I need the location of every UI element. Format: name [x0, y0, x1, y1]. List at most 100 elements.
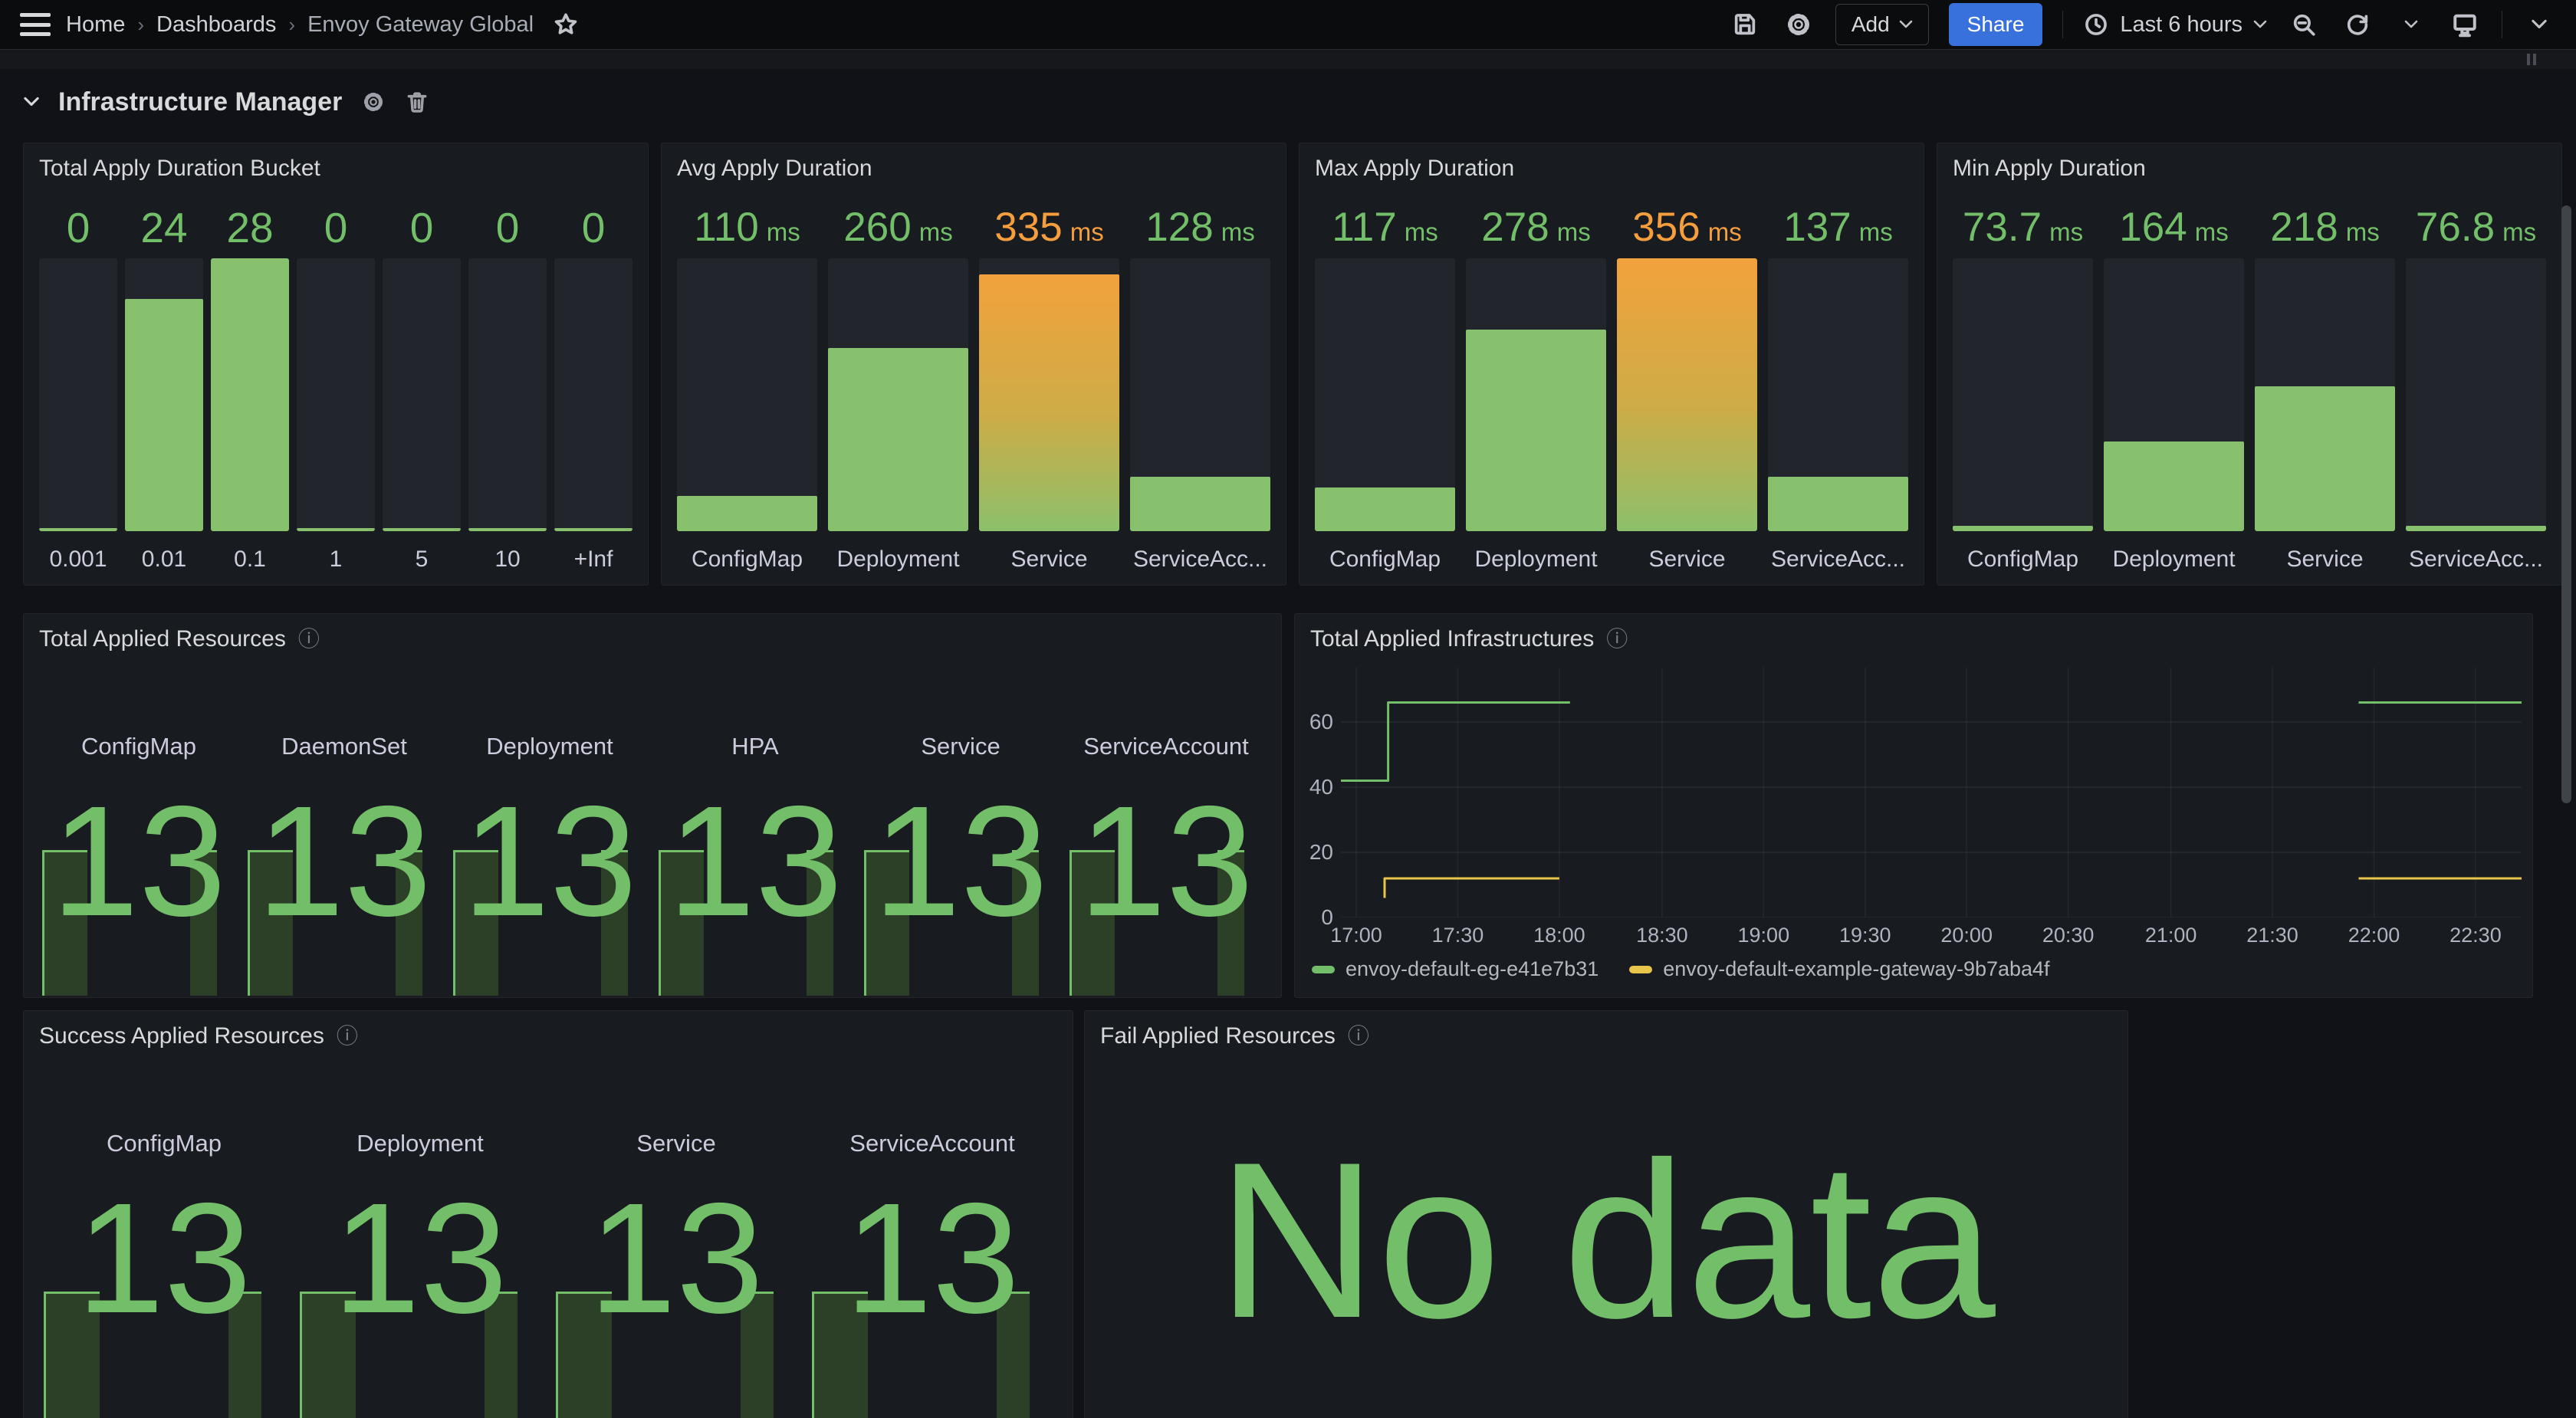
- kiosk-monitor-icon[interactable]: [2448, 8, 2482, 41]
- bar-gauge-column: 110msConfigMap: [677, 197, 817, 573]
- bar-track: [1768, 258, 1908, 531]
- bar-fill: [1315, 487, 1455, 531]
- refresh-interval-chevron-icon[interactable]: [2394, 8, 2428, 41]
- star-icon[interactable]: [549, 8, 583, 41]
- settings-gear-icon[interactable]: [1782, 8, 1815, 41]
- breadcrumb-dashboards[interactable]: Dashboards: [156, 12, 276, 38]
- legend-label: envoy-default-example-gateway-9b7aba4f: [1663, 957, 2049, 981]
- bar-gauge-column: 280.1: [211, 197, 289, 573]
- timeseries-plot: [1341, 668, 2522, 917]
- x-axis-tick-label: 18:30: [1636, 924, 1688, 947]
- panel-title[interactable]: Total Applied Resources: [39, 626, 286, 652]
- info-icon[interactable]: ⓘ: [1606, 629, 1628, 650]
- stat-cell: ServiceAccount13: [804, 1065, 1060, 1418]
- stat-value: 13: [447, 783, 652, 940]
- bar-fill: [554, 528, 632, 531]
- share-button[interactable]: Share: [1949, 3, 2043, 46]
- bar-fill: [2104, 441, 2244, 531]
- collapse-toolbar-chevron-icon[interactable]: [2522, 8, 2556, 41]
- info-icon[interactable]: ⓘ: [337, 1026, 358, 1047]
- bar-track: [1466, 258, 1606, 531]
- bar-value-number: 218: [2270, 197, 2338, 258]
- info-icon[interactable]: ⓘ: [298, 629, 320, 650]
- info-icon[interactable]: ⓘ: [1348, 1026, 1369, 1047]
- x-axis-tick-label: 17:00: [1330, 924, 1382, 947]
- bar-value: 0: [39, 197, 117, 258]
- bar-fill: [2406, 526, 2546, 531]
- add-button[interactable]: Add: [1835, 4, 1929, 45]
- stat-label: HPA: [652, 733, 858, 760]
- bar-value-unit: ms: [2049, 202, 2083, 263]
- legend-item[interactable]: envoy-default-eg-e41e7b31: [1312, 957, 1598, 981]
- top-nav: Home › Dashboards › Envoy Gateway Global…: [0, 0, 2576, 49]
- bar-category-label: Deployment: [1466, 531, 1606, 573]
- panel-title[interactable]: Max Apply Duration: [1315, 156, 1514, 182]
- stat-label: Deployment: [447, 733, 652, 760]
- panel-title[interactable]: Min Apply Duration: [1953, 156, 2146, 182]
- bar-value-number: 24: [140, 197, 187, 258]
- bar-track: [383, 258, 461, 531]
- bar-fill: [1130, 477, 1270, 531]
- breadcrumb-separator: ›: [288, 13, 295, 37]
- bar-category-label: +Inf: [554, 531, 632, 573]
- stat-value: 13: [292, 1180, 548, 1337]
- bar-value: 164ms: [2104, 197, 2244, 258]
- bar-track: [979, 258, 1119, 531]
- x-axis-tick-label: 22:00: [2348, 924, 2400, 947]
- panel-title[interactable]: Fail Applied Resources: [1100, 1023, 1336, 1049]
- bar-track: [297, 258, 375, 531]
- zoom-out-icon[interactable]: [2287, 8, 2321, 41]
- breadcrumb: Home › Dashboards › Envoy Gateway Global: [66, 12, 534, 38]
- page-scrollbar[interactable]: [2561, 205, 2571, 803]
- panel-title[interactable]: Total Apply Duration Bucket: [39, 156, 320, 182]
- pause-indicator-icon: [2527, 54, 2536, 65]
- bar-value-unit: ms: [2346, 202, 2380, 263]
- refresh-icon[interactable]: [2341, 8, 2374, 41]
- bar-value-number: 260: [843, 197, 911, 258]
- time-range-picker[interactable]: Last 6 hours: [2083, 11, 2267, 38]
- bar-track: [828, 258, 968, 531]
- y-axis-tick-label: 40: [1300, 775, 1333, 799]
- bar-value-unit: ms: [919, 202, 953, 263]
- x-axis-tick-label: 17:30: [1432, 924, 1484, 947]
- bar-track: [2406, 258, 2546, 531]
- stat-label: ConfigMap: [36, 1130, 292, 1157]
- bar-value-number: 356: [1632, 197, 1700, 258]
- bar-value-number: 128: [1145, 197, 1213, 258]
- row-delete-trash-icon[interactable]: [405, 89, 429, 115]
- panel-title[interactable]: Avg Apply Duration: [677, 156, 872, 182]
- chevron-down-icon: [2253, 20, 2267, 29]
- breadcrumb-home[interactable]: Home: [66, 12, 125, 38]
- stat-label: Service: [548, 1130, 804, 1157]
- row-settings-gear-icon[interactable]: [360, 89, 386, 115]
- stat-cell: Service13: [548, 1065, 804, 1418]
- legend-item[interactable]: envoy-default-example-gateway-9b7aba4f: [1629, 957, 2049, 981]
- bar-fill: [828, 348, 968, 531]
- x-axis-tick-label: 22:30: [2450, 924, 2502, 947]
- panel-title[interactable]: Success Applied Resources: [39, 1023, 324, 1049]
- bar-category-label: Service: [1617, 531, 1757, 573]
- save-icon[interactable]: [1728, 8, 1762, 41]
- stat-value: 13: [1063, 783, 1269, 940]
- row-header-infrastructure-manager[interactable]: Infrastructure Manager: [23, 80, 429, 124]
- section-title[interactable]: Infrastructure Manager: [58, 87, 342, 117]
- bar-category-label: 1: [297, 531, 375, 573]
- stat-cell: ServiceAccount13: [1063, 668, 1269, 996]
- y-axis-tick-label: 0: [1300, 905, 1333, 930]
- bar-value-number: 278: [1481, 197, 1549, 258]
- breadcrumb-separator: ›: [137, 13, 144, 37]
- bar-category-label: ConfigMap: [1953, 531, 2093, 573]
- legend-label: envoy-default-eg-e41e7b31: [1346, 957, 1598, 981]
- bar-gauge-column: 356msService: [1617, 197, 1757, 573]
- bar-fill: [1953, 526, 2093, 531]
- bar-value: 128ms: [1130, 197, 1270, 258]
- panel-title[interactable]: Total Applied Infrastructures: [1310, 626, 1594, 652]
- bar-gauge-column: 00.001: [39, 197, 117, 573]
- bar-gauge-column: 76.8msServiceAcc...: [2406, 197, 2546, 573]
- bar-value-unit: ms: [1405, 202, 1438, 263]
- menu-icon[interactable]: [20, 13, 51, 36]
- bar-value: 76.8ms: [2406, 197, 2546, 258]
- bar-fill: [979, 274, 1119, 531]
- bar-value-unit: ms: [1070, 202, 1104, 263]
- chevron-down-icon: [1899, 20, 1913, 29]
